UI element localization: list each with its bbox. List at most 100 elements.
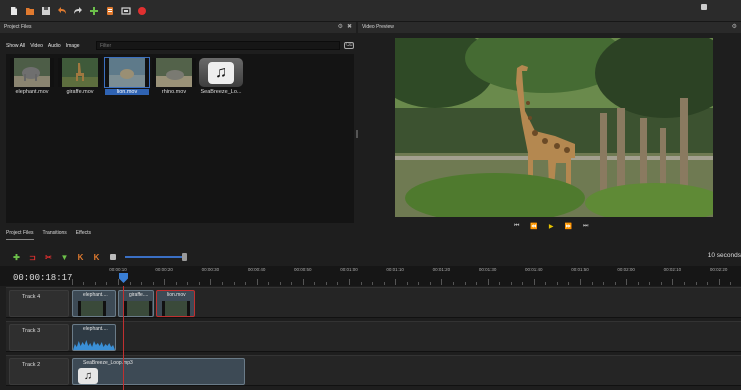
file-item-elephant[interactable]: elephant.mov (10, 58, 54, 95)
ruler-tick (164, 279, 166, 285)
redo-icon[interactable] (73, 6, 83, 16)
dock-tabs: Project Files Transitions Effects (6, 230, 91, 240)
close-panel-icon[interactable]: ✖ (347, 22, 352, 33)
ruler-tick (730, 282, 732, 285)
ruler-tick (707, 282, 709, 285)
ruler-tick (152, 282, 154, 285)
ruler-tick (580, 279, 581, 285)
ruler-tick (221, 282, 223, 285)
ruler-tick (198, 282, 200, 285)
track-header[interactable]: Track 3 (9, 324, 69, 351)
ruler-tick (476, 282, 478, 285)
ruler-tick (683, 282, 685, 285)
open-project-icon[interactable] (25, 6, 35, 16)
snap-checkbox[interactable] (701, 4, 707, 10)
filter-row: Show All Video Audio Image Filter ⌫ (6, 41, 354, 51)
project-files-header: Project Files ⚙ ✖ (0, 22, 356, 33)
ruler-tick (314, 282, 316, 285)
filter-show-all[interactable]: Show All (6, 43, 25, 49)
ruler-tick-label: 00:01:50 (571, 267, 589, 272)
fast-forward-icon[interactable]: ⏩ (565, 223, 572, 230)
tab-project-files[interactable]: Project Files (6, 230, 34, 240)
clip-thumbnail (162, 301, 190, 316)
jump-start-icon[interactable]: ⏮ (514, 223, 519, 230)
save-project-icon[interactable] (41, 6, 51, 16)
timeline-clip[interactable]: elephant.... (72, 290, 116, 317)
ruler-tick-label: 00:02:00 (617, 267, 635, 272)
jump-end-icon[interactable]: ⏭ (583, 223, 588, 230)
ruler-tick (406, 282, 408, 285)
zoom-icon[interactable] (110, 254, 116, 260)
ruler-tick (464, 282, 466, 285)
zoom-slider[interactable] (125, 253, 187, 261)
fullscreen-icon[interactable] (121, 6, 131, 16)
file-item-lion[interactable]: lion.mov (104, 57, 150, 95)
ruler-tick (499, 282, 501, 285)
ruler-tick-label: 00:02:20 (709, 267, 728, 272)
file-item-seabreeze[interactable]: ♫ SeaBreeze_Lo... (199, 58, 243, 95)
choose-profile-icon[interactable] (105, 6, 115, 16)
import-files-icon[interactable] (89, 6, 99, 16)
timeline-clip[interactable]: elephant.... (72, 324, 116, 351)
ruler-tick (695, 282, 697, 285)
new-project-icon[interactable] (9, 6, 19, 16)
ruler-tick-label: 00:00:30 (201, 267, 220, 272)
razor-icon[interactable]: ✂ (44, 253, 53, 262)
filter-audio[interactable]: Audio (48, 43, 61, 49)
track-2: Track 2 SeaBreeze_Loop.mp3 ♫ (6, 355, 741, 386)
add-track-icon[interactable]: ✚ (12, 253, 21, 262)
ruler-tick-label: 00:00:20 (155, 267, 173, 272)
track-header[interactable]: Track 2 (9, 358, 69, 385)
add-marker-icon[interactable]: ▼ (60, 253, 69, 262)
ruler-tick (591, 282, 593, 285)
filter-video[interactable]: Video (30, 43, 43, 49)
play-icon[interactable]: ▶ (549, 223, 554, 230)
filter-image[interactable]: Image (66, 43, 80, 49)
next-marker-icon[interactable]: K (92, 253, 101, 262)
file-label: giraffe.mov (66, 89, 94, 95)
ruler-tick (71, 279, 73, 285)
tab-transitions[interactable]: Transitions (43, 230, 67, 240)
ruler-tick (452, 282, 454, 285)
playhead-line (123, 286, 124, 390)
rewind-icon[interactable]: ⏪ (530, 223, 537, 230)
ruler-tick (637, 282, 639, 285)
ruler-tick (291, 282, 293, 285)
video-frame (395, 38, 713, 217)
video-preview-title: Video Preview (362, 24, 394, 30)
playhead-handle[interactable] (119, 273, 128, 283)
track-label: Track 3 (22, 328, 41, 334)
snap-icon[interactable]: ⊐ (28, 253, 37, 262)
ruler-tick (210, 279, 212, 285)
filter-input[interactable]: Filter (96, 41, 340, 50)
float-panel-icon[interactable]: ⚙ (338, 22, 343, 33)
track-label: Track 4 (22, 294, 41, 300)
track-header[interactable]: Track 4 (9, 290, 69, 317)
video-thumbnail (104, 57, 150, 88)
audio-thumbnail: ♫ (199, 58, 243, 87)
ruler-tick (556, 282, 558, 285)
ruler-tick (106, 282, 108, 285)
ruler-tick (349, 279, 350, 285)
clear-filter-icon[interactable]: ⌫ (344, 42, 354, 49)
file-item-rhino[interactable]: rhino.mov (152, 58, 196, 95)
previous-marker-icon[interactable]: K (76, 253, 85, 262)
ruler-tick (83, 282, 85, 285)
timecode-display: 00:00:18:17 (13, 273, 73, 283)
track-3: Track 3 elephant.... (6, 321, 741, 352)
timeline-ruler[interactable]: 00:00:18:17 00:00:10 00:00:20 00:00:30 00:0… (0, 266, 741, 286)
file-item-giraffe[interactable]: giraffe.mov (58, 58, 102, 95)
file-label: lion.mov (105, 89, 149, 95)
ruler-tick (256, 279, 258, 285)
ruler-tick-label: 00:00:40 (247, 267, 266, 272)
timeline-clip[interactable]: lion.mov (156, 290, 195, 317)
panel-splitter[interactable] (356, 130, 358, 138)
ruler-tick (118, 279, 119, 285)
float-panel-icon[interactable]: ⚙ (732, 22, 737, 33)
export-video-icon[interactable] (137, 6, 147, 16)
timeline-clip[interactable]: SeaBreeze_Loop.mp3 ♫ (72, 358, 245, 385)
ruler-tick (175, 282, 177, 285)
undo-icon[interactable] (57, 6, 67, 16)
tab-effects[interactable]: Effects (76, 230, 91, 240)
track-4: Track 4 elephant.... giraffe.... lion.mo… (6, 287, 741, 318)
